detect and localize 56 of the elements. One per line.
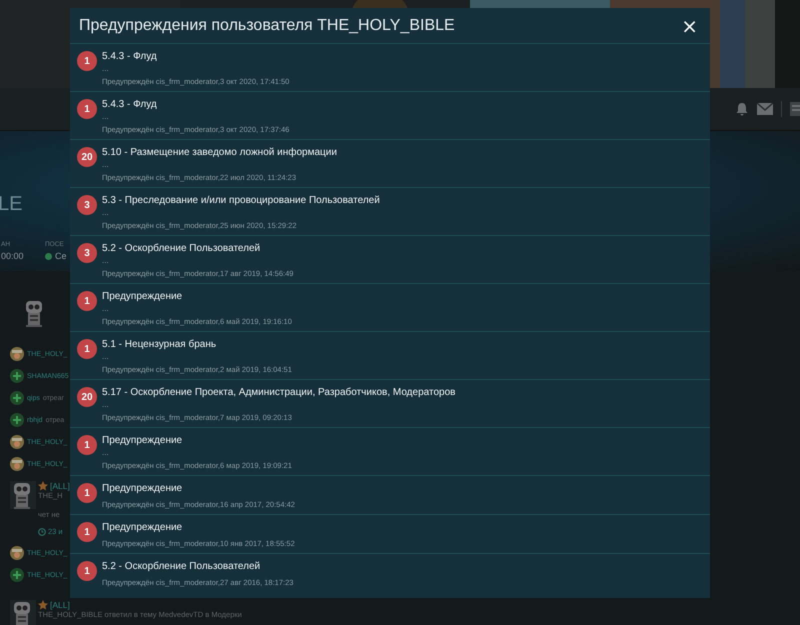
warning-title: Предупреждение	[102, 434, 184, 448]
warning-comment: ...	[102, 208, 110, 217]
points-badge: 1	[77, 435, 97, 455]
points-badge: 1	[77, 522, 97, 542]
stat-value: 00:00	[1, 251, 24, 261]
points-badge: 1	[77, 561, 97, 581]
points-badge: 20	[77, 387, 97, 407]
plus-icon	[10, 369, 24, 383]
warning-comment: ...	[102, 352, 110, 361]
warning-comment: ...	[102, 256, 110, 265]
warning-comment: ...	[102, 304, 110, 313]
plus-icon	[10, 413, 24, 427]
warning-title: Предупреждение	[102, 521, 184, 535]
bell-icon	[735, 102, 749, 116]
star-icon	[38, 481, 48, 491]
points-badge: 1	[77, 99, 97, 119]
close-button[interactable]: ×	[677, 16, 702, 36]
thread-link[interactable]: [ALL]	[50, 481, 70, 491]
stat-value: Се	[55, 251, 67, 261]
profile-name: LE	[0, 193, 22, 216]
warning-title: 5.4.3 - Флуд	[102, 98, 158, 112]
menu-icon	[790, 102, 800, 116]
warning-comment: ...	[102, 112, 110, 121]
avatar-drawing	[10, 600, 36, 625]
warning-title: 5.17 - Оскорбление Проекта, Администрации, Разработчиков, Модераторов	[102, 386, 456, 400]
points-badge: 3	[77, 195, 97, 215]
points-badge: 1	[77, 339, 97, 359]
avatar-drawing	[10, 481, 36, 509]
plus-icon	[10, 391, 24, 405]
warning-comment: ...	[102, 448, 110, 457]
warning-title: Предупреждение	[102, 290, 184, 304]
warning-title: 5.2 - Оскорбление Пользователей	[102, 242, 262, 256]
warning-title: 5.10 - Размещение заведомо ложной информации	[102, 146, 337, 160]
points-badge: 20	[77, 147, 97, 167]
warning-title: 5.4.3 - Флуд	[102, 50, 158, 64]
warning-comment: ...	[102, 160, 110, 169]
warning-comment: ...	[102, 64, 110, 73]
points-badge: 1	[77, 291, 97, 311]
warning-title: Предупреждение	[102, 482, 184, 496]
points-badge: 3	[77, 243, 97, 263]
avatar-icon	[10, 347, 24, 361]
thread-link[interactable]: [ALL]	[50, 600, 70, 610]
points-badge: 1	[77, 51, 97, 71]
warning-comment: ...	[102, 400, 110, 409]
avatar-icon	[10, 546, 24, 560]
dialog-title: Предупреждения пользователя THE_HOLY_BIBLE	[79, 16, 455, 34]
avatar-icon	[10, 435, 24, 449]
avatar-icon	[10, 457, 24, 471]
mail-icon	[757, 103, 773, 115]
points-badge: 1	[77, 483, 97, 503]
warning-title: 5.2 - Оскорбление Пользователей	[102, 560, 262, 574]
warning-title: 5.3 - Преследование и/или провоцирование Пользователей	[102, 194, 380, 208]
plus-icon	[10, 568, 24, 582]
warning-title: 5.1 - Нецензурная брань	[102, 338, 218, 352]
clock-icon	[38, 528, 46, 536]
star-icon	[38, 600, 48, 610]
